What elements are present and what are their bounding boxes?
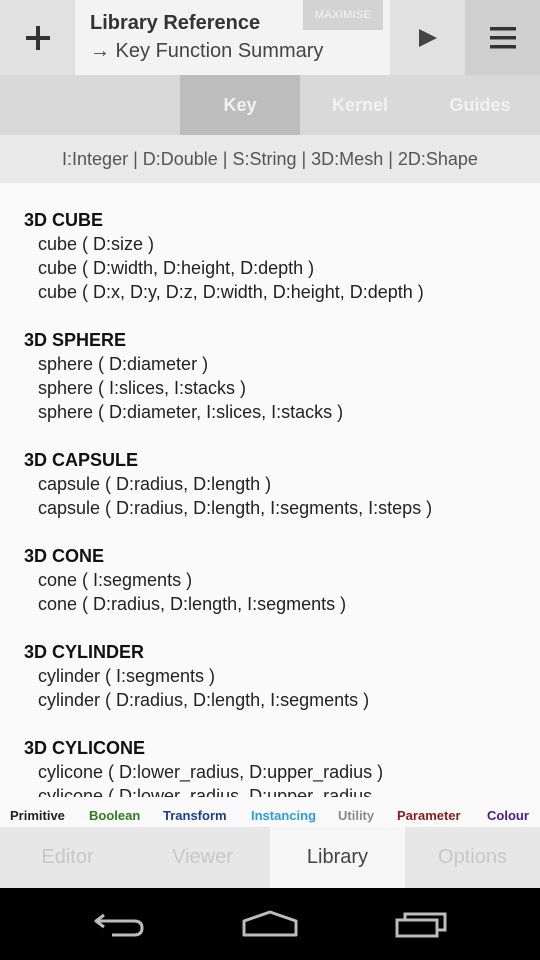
- run-button[interactable]: [390, 0, 465, 75]
- system-navigation-bar: [0, 888, 540, 960]
- tab-library[interactable]: Library: [270, 827, 405, 888]
- category-utility: Utility: [338, 808, 375, 823]
- top-app-bar: Library Reference → Key Function Summary…: [0, 0, 540, 75]
- hamburger-menu-icon: [489, 26, 516, 48]
- function-signature: cylinder ( I:segments ): [38, 666, 216, 686]
- function-signature: cylicone ( D:lower_radius, D:upper_radiu…: [38, 786, 378, 797]
- key-function-list[interactable]: 3D CUBE cube ( D:size ) cube ( D:width, …: [0, 183, 540, 797]
- bottom-tab-bar: Editor Viewer Library Options: [0, 827, 540, 888]
- tab-options[interactable]: Options: [405, 827, 540, 888]
- function-signature: cube ( D:size ): [38, 234, 155, 254]
- function-signature: sphere ( D:diameter, I:slices, I:stacks …: [38, 402, 344, 422]
- category-instancing: Instancing: [251, 808, 317, 823]
- tab-kernel[interactable]: Kernel: [300, 75, 420, 135]
- back-button[interactable]: [60, 888, 180, 960]
- plus-icon: [25, 25, 50, 50]
- function-signature: capsule ( D:radius, D:length ): [38, 474, 272, 494]
- section-cone: 3D CONE cone ( I:segments ) cone ( D:rad…: [24, 544, 346, 616]
- function-signature: cylicone ( D:lower_radius, D:upper_radiu…: [38, 762, 384, 782]
- home-button[interactable]: [210, 888, 330, 960]
- home-icon: [242, 910, 298, 937]
- section-title: 3D CYLICONE: [24, 738, 146, 758]
- function-signature: cube ( D:x, D:y, D:z, D:width, D:height,…: [38, 282, 424, 302]
- function-signature: cone ( D:radius, D:length, I:segments ): [38, 594, 347, 614]
- recents-button[interactable]: [361, 888, 481, 960]
- recent-apps-icon: [395, 912, 447, 938]
- category-transform: Transform: [163, 808, 227, 823]
- category-parameter: Parameter: [397, 808, 461, 823]
- category-boolean: Boolean: [89, 808, 141, 823]
- section-title: 3D CUBE: [24, 210, 104, 230]
- library-tab-bar: Key Kernel Guides: [0, 75, 540, 135]
- title-panel: Library Reference → Key Function Summary…: [75, 0, 390, 75]
- section-sphere: 3D SPHERE sphere ( D:diameter ) sphere (…: [24, 328, 343, 424]
- function-signature: capsule ( D:radius, D:length, I:segments…: [38, 498, 433, 518]
- category-primitive: Primitive: [10, 808, 65, 823]
- function-signature: sphere ( I:slices, I:stacks ): [38, 378, 247, 398]
- function-signature: cone ( I:segments ): [38, 570, 193, 590]
- page-title: Library Reference: [90, 12, 261, 34]
- maximise-button[interactable]: MAXIMISE: [303, 0, 383, 30]
- section-title: 3D CONE: [24, 546, 105, 566]
- function-signature: cylinder ( D:radius, D:length, I:segment…: [38, 690, 370, 710]
- category-colour: Colour: [487, 808, 529, 823]
- tab-editor[interactable]: Editor: [0, 827, 135, 888]
- page-subtitle: → Key Function Summary: [90, 40, 324, 62]
- section-title: 3D CAPSULE: [24, 450, 139, 470]
- section-title: 3D SPHERE: [24, 330, 127, 350]
- play-icon: [418, 28, 437, 47]
- tab-key[interactable]: Key: [180, 75, 300, 135]
- function-signature: sphere ( D:diameter ): [38, 354, 209, 374]
- menu-button[interactable]: [465, 0, 540, 75]
- section-cylicone: 3D CYLICONE cylicone ( D:lower_radius, D…: [24, 736, 383, 797]
- tab-guides[interactable]: Guides: [420, 75, 540, 135]
- tab-viewer[interactable]: Viewer: [135, 827, 270, 888]
- category-key: Primitive Boolean Transform Instancing U…: [0, 805, 540, 827]
- back-arrow-icon: [94, 913, 144, 937]
- type-legend: I:Integer | D:Double | S:String | 3D:Mes…: [0, 135, 540, 183]
- section-capsule: 3D CAPSULE capsule ( D:radius, D:length …: [24, 448, 432, 520]
- section-title: 3D CYLINDER: [24, 642, 145, 662]
- section-cylinder: 3D CYLINDER cylinder ( I:segments ) cyli…: [24, 640, 369, 712]
- add-button[interactable]: [0, 0, 75, 75]
- function-signature: cube ( D:width, D:height, D:depth ): [38, 258, 315, 278]
- section-cube: 3D CUBE cube ( D:size ) cube ( D:width, …: [24, 208, 424, 304]
